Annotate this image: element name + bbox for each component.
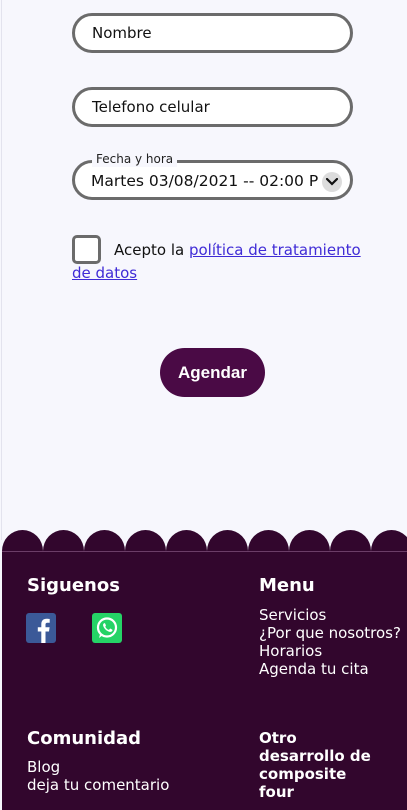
consent-text: Acepto la política de tratamiento de dat… [72, 239, 362, 285]
comunidad-heading: Comunidad [27, 728, 142, 749]
fecha-hora-label: Fecha y hora [92, 151, 178, 167]
comunidad-link-comentario[interactable]: deja tu comentario [27, 776, 169, 794]
comunidad-link-blog[interactable]: Blog [27, 758, 60, 776]
whatsapp-icon[interactable] [92, 613, 122, 643]
developer-credit: Otro desarrollo de composite four [259, 729, 371, 801]
nombre-placeholder: Nombre [92, 24, 152, 42]
page-left-border [1, 0, 2, 540]
footer-divider [2, 551, 407, 552]
menu-link-por-que-nosotros[interactable]: ¿Por que nosotros? [259, 624, 401, 642]
menu-link-horarios[interactable]: Horarios [259, 642, 322, 660]
footer: Siguenos Menu Servicios ¿Por que nosotro… [0, 530, 407, 810]
facebook-icon[interactable] [26, 613, 56, 643]
menu-heading: Menu [259, 575, 315, 596]
nombre-input[interactable]: Nombre [72, 13, 353, 53]
fecha-hora-value: Martes 03/08/2021 -- 02:00 PM [91, 172, 318, 190]
fecha-hora-select[interactable]: Fecha y hora Martes 03/08/2021 -- 02:00 … [72, 151, 353, 200]
menu-link-servicios[interactable]: Servicios [259, 606, 326, 624]
menu-link-agenda-tu-cita[interactable]: Agenda tu cita [259, 660, 369, 678]
chevron-down-icon[interactable] [322, 172, 342, 192]
telefono-input[interactable]: Telefono celular [72, 87, 353, 127]
siguenos-heading: Siguenos [27, 575, 120, 596]
telefono-placeholder: Telefono celular [92, 98, 210, 116]
agendar-button[interactable]: Agendar [160, 348, 265, 397]
consent-prefix: Acepto la [114, 241, 189, 259]
